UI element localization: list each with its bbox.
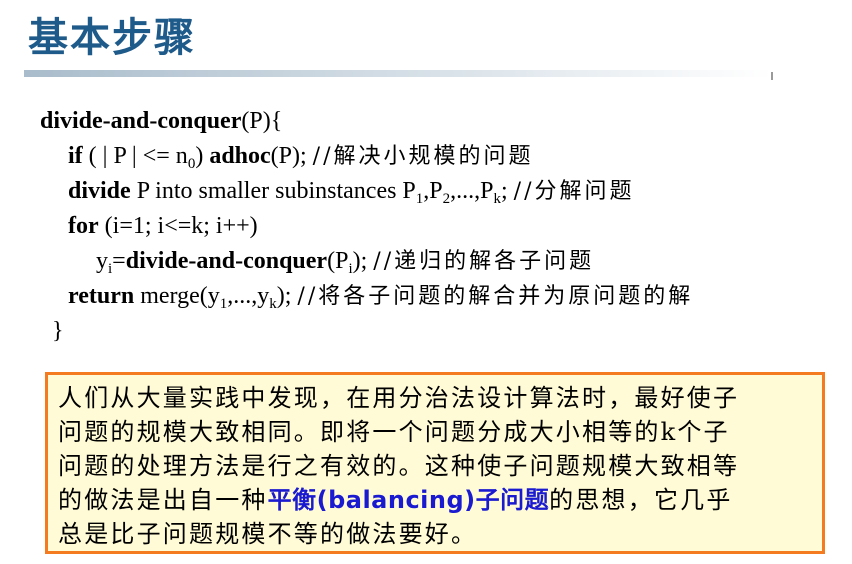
code-text: );	[276, 283, 298, 309]
code-text: );	[352, 248, 374, 274]
note-line-5: 总是比子问题规模不等的做法要好。	[58, 520, 478, 548]
function-name: divide-and-conquer	[40, 108, 242, 134]
keyword-divide: divide	[68, 178, 131, 204]
code-comment: //递归的解各子问题	[373, 249, 595, 274]
code-line-7: }	[40, 314, 693, 349]
pseudocode-block: divide-and-conquer(P){ if ( | P | <= n0)…	[40, 104, 693, 349]
note-line-2: 问题的规模大致相同。即将一个问题分成大小相等的k个子	[58, 418, 730, 446]
code-text: ,...,y	[227, 283, 270, 309]
keyword-if: if	[68, 143, 83, 169]
emphasis-term: 平衡(balancing)子问题	[267, 486, 550, 514]
code-line-5: yi=divide-and-conquer(Pi); //递归的解各子问题	[40, 244, 693, 279]
code-text: P into smaller subinstances P	[130, 178, 416, 204]
note-paragraph: 人们从大量实践中发现，在用分治法设计算法时，最好使子 问题的规模大致相同。即将一…	[58, 381, 812, 551]
code-line-4: for (i=1; i<=k; i++)	[40, 209, 693, 244]
title-underline	[24, 70, 772, 77]
code-text: (P);	[270, 143, 313, 169]
code-comment: //解决小规模的问题	[312, 144, 534, 169]
code-text: =	[112, 248, 126, 274]
note-line-4: 的做法是出自一种平衡(balancing)子问题的思想，它几乎	[58, 483, 812, 517]
title-tick-mark	[771, 72, 773, 80]
closing-brace: }	[52, 318, 64, 344]
code-line-1: divide-and-conquer(P){	[40, 104, 693, 139]
code-text: ,...,P	[450, 178, 494, 204]
subscript: k	[493, 191, 502, 207]
keyword-adhoc: adhoc	[209, 143, 271, 169]
code-text: (P){	[241, 108, 283, 134]
subscript: k	[269, 296, 277, 312]
code-line-2: if ( | P | <= n0) adhoc(P); //解决小规模的问题	[40, 139, 693, 174]
code-text: ( | P | <= n	[82, 143, 188, 169]
code-line-6: return merge(y1,...,yk); //将各子问题的解合并为原问题…	[40, 279, 693, 314]
code-text: (P	[327, 248, 349, 274]
keyword-for: for	[68, 213, 99, 239]
code-text: ,P	[423, 178, 443, 204]
code-comment: //将各子问题的解合并为原问题的解	[297, 284, 694, 309]
note-line-3: 问题的处理方法是行之有效的。这种使子问题规模大致相等	[58, 452, 740, 480]
code-comment: //分解问题	[513, 179, 635, 204]
note-line-1: 人们从大量实践中发现，在用分治法设计算法时，最好使子	[58, 384, 740, 412]
code-text: ;	[501, 178, 514, 204]
note-text: 的思想，它几乎	[549, 486, 733, 514]
code-text: merge(y	[134, 283, 220, 309]
code-text: (i=1; i<=k; i++)	[98, 213, 258, 239]
code-line-3: divide P into smaller subinstances P1,P2…	[40, 174, 693, 209]
page-title: 基本步骤	[28, 15, 196, 61]
note-box: 人们从大量实践中发现，在用分治法设计算法时，最好使子 问题的规模大致相同。即将一…	[45, 372, 825, 554]
code-text: y	[96, 248, 108, 274]
note-text: 的做法是出自一种	[58, 486, 268, 514]
code-text: )	[195, 143, 210, 169]
function-name: divide-and-conquer	[125, 248, 328, 274]
keyword-return: return	[68, 283, 135, 309]
